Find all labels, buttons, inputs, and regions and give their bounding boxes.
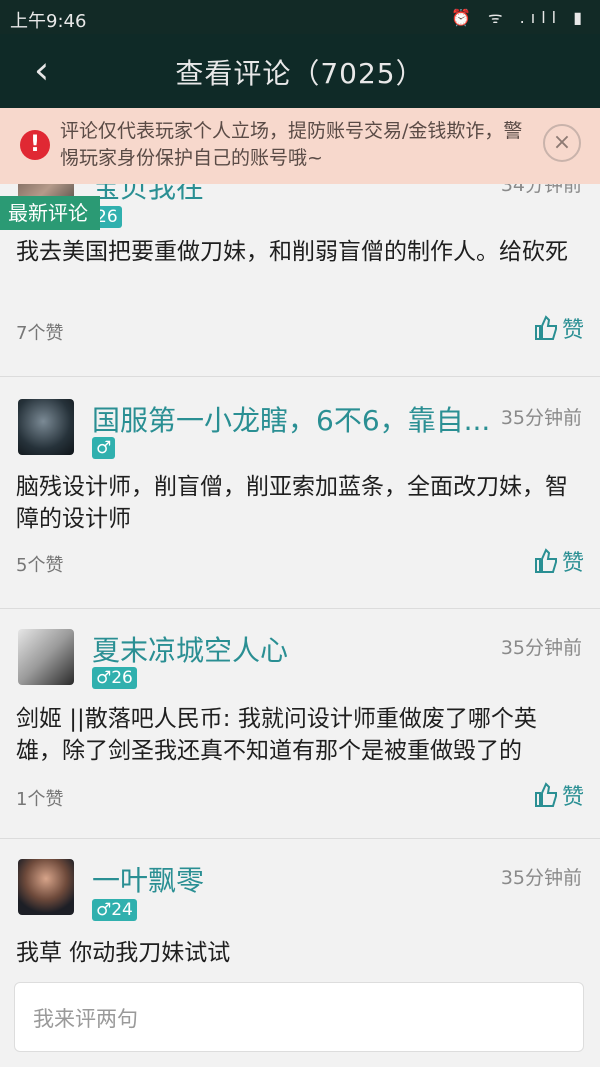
close-notice-button[interactable]: × xyxy=(543,124,581,162)
comment-card: 国服第一小龙瞎，6不6，靠自... 35分钟前 ♂ 脑残设计师，削盲僧，削亚索加… xyxy=(0,376,600,607)
like-count: 1个赞 xyxy=(16,789,64,810)
like-count: 7个赞 xyxy=(16,323,64,344)
notice-text: 评论仅代表玩家个人立场，提防账号交易/金钱欺诈，警惕玩家身份保护自己的账号哦~ xyxy=(60,120,523,169)
username[interactable]: 一叶飘零 xyxy=(92,859,204,899)
avatar[interactable] xyxy=(18,859,74,915)
comment-list[interactable]: 宝贝我在 34分钟前 26 我去美国把要重做刀妹，和削弱盲僧的制作人。给砍死 7… xyxy=(0,184,600,1067)
comment-text: 我去美国把要重做刀妹，和削弱盲僧的制作人。给砍死 xyxy=(16,239,568,265)
status-bar: 上午9:46 ⏰ ᯤ .ıll ▮ xyxy=(0,0,600,34)
like-button[interactable]: 赞 xyxy=(534,779,584,811)
like-button[interactable]: 赞 xyxy=(534,545,584,577)
comment-text: 剑姬 ||散落吧人民币: 我就问设计师重做废了哪个英雄，除了剑圣我还真不知道有那… xyxy=(16,706,537,764)
comment-text: 我草 你动我刀妹试试 xyxy=(16,940,231,966)
level-badge: ♂24 xyxy=(92,899,137,921)
thumbs-up-icon xyxy=(534,782,557,807)
thumbs-up-icon xyxy=(534,548,557,573)
close-icon: × xyxy=(552,130,572,155)
comment-time: 35分钟前 xyxy=(500,407,582,429)
comment-time: 34分钟前 xyxy=(500,184,582,196)
comment-text: 脑残设计师，削盲僧，削亚索加蓝条，全面改刀妹，智障的设计师 xyxy=(16,474,568,532)
notice-banner: ! 评论仅代表玩家个人立场，提防账号交易/金钱欺诈，警惕玩家身份保护自己的账号哦… xyxy=(0,108,600,184)
avatar[interactable] xyxy=(18,629,74,685)
level-badge: ♂26 xyxy=(92,667,137,689)
username[interactable]: 宝贝我在 xyxy=(92,184,204,206)
avatar[interactable] xyxy=(18,399,74,455)
warning-icon: ! xyxy=(20,130,50,160)
like-button[interactable]: 赞 xyxy=(534,312,584,344)
status-time: 上午9:46 xyxy=(10,11,87,32)
username[interactable]: 国服第一小龙瞎，6不6，靠自... xyxy=(92,399,490,439)
username[interactable]: 夏末凉城空人心 xyxy=(92,629,288,669)
latest-comments-tag: 最新评论 xyxy=(0,196,100,230)
nav-bar: ‹ 查看评论（7025） xyxy=(0,34,600,108)
thumbs-up-icon xyxy=(534,315,557,340)
gender-badge: ♂ xyxy=(92,437,116,459)
comment-time: 35分钟前 xyxy=(500,637,582,659)
comment-input[interactable]: 我来评两句 xyxy=(14,982,584,1052)
page-title: 查看评论（7025） xyxy=(175,57,425,90)
like-label: 赞 xyxy=(561,785,584,810)
like-label: 赞 xyxy=(561,551,584,576)
comment-card: 夏末凉城空人心 35分钟前 ♂26 剑姬 ||散落吧人民币: 我就问设计师重做废… xyxy=(0,608,600,837)
like-label: 赞 xyxy=(561,318,584,343)
status-icons: ⏰ ᯤ .ıll ▮ xyxy=(450,8,588,27)
comment-time: 35分钟前 xyxy=(500,867,582,889)
comment-input-placeholder: 我来评两句 xyxy=(33,1007,138,1031)
like-count: 5个赞 xyxy=(16,555,64,576)
